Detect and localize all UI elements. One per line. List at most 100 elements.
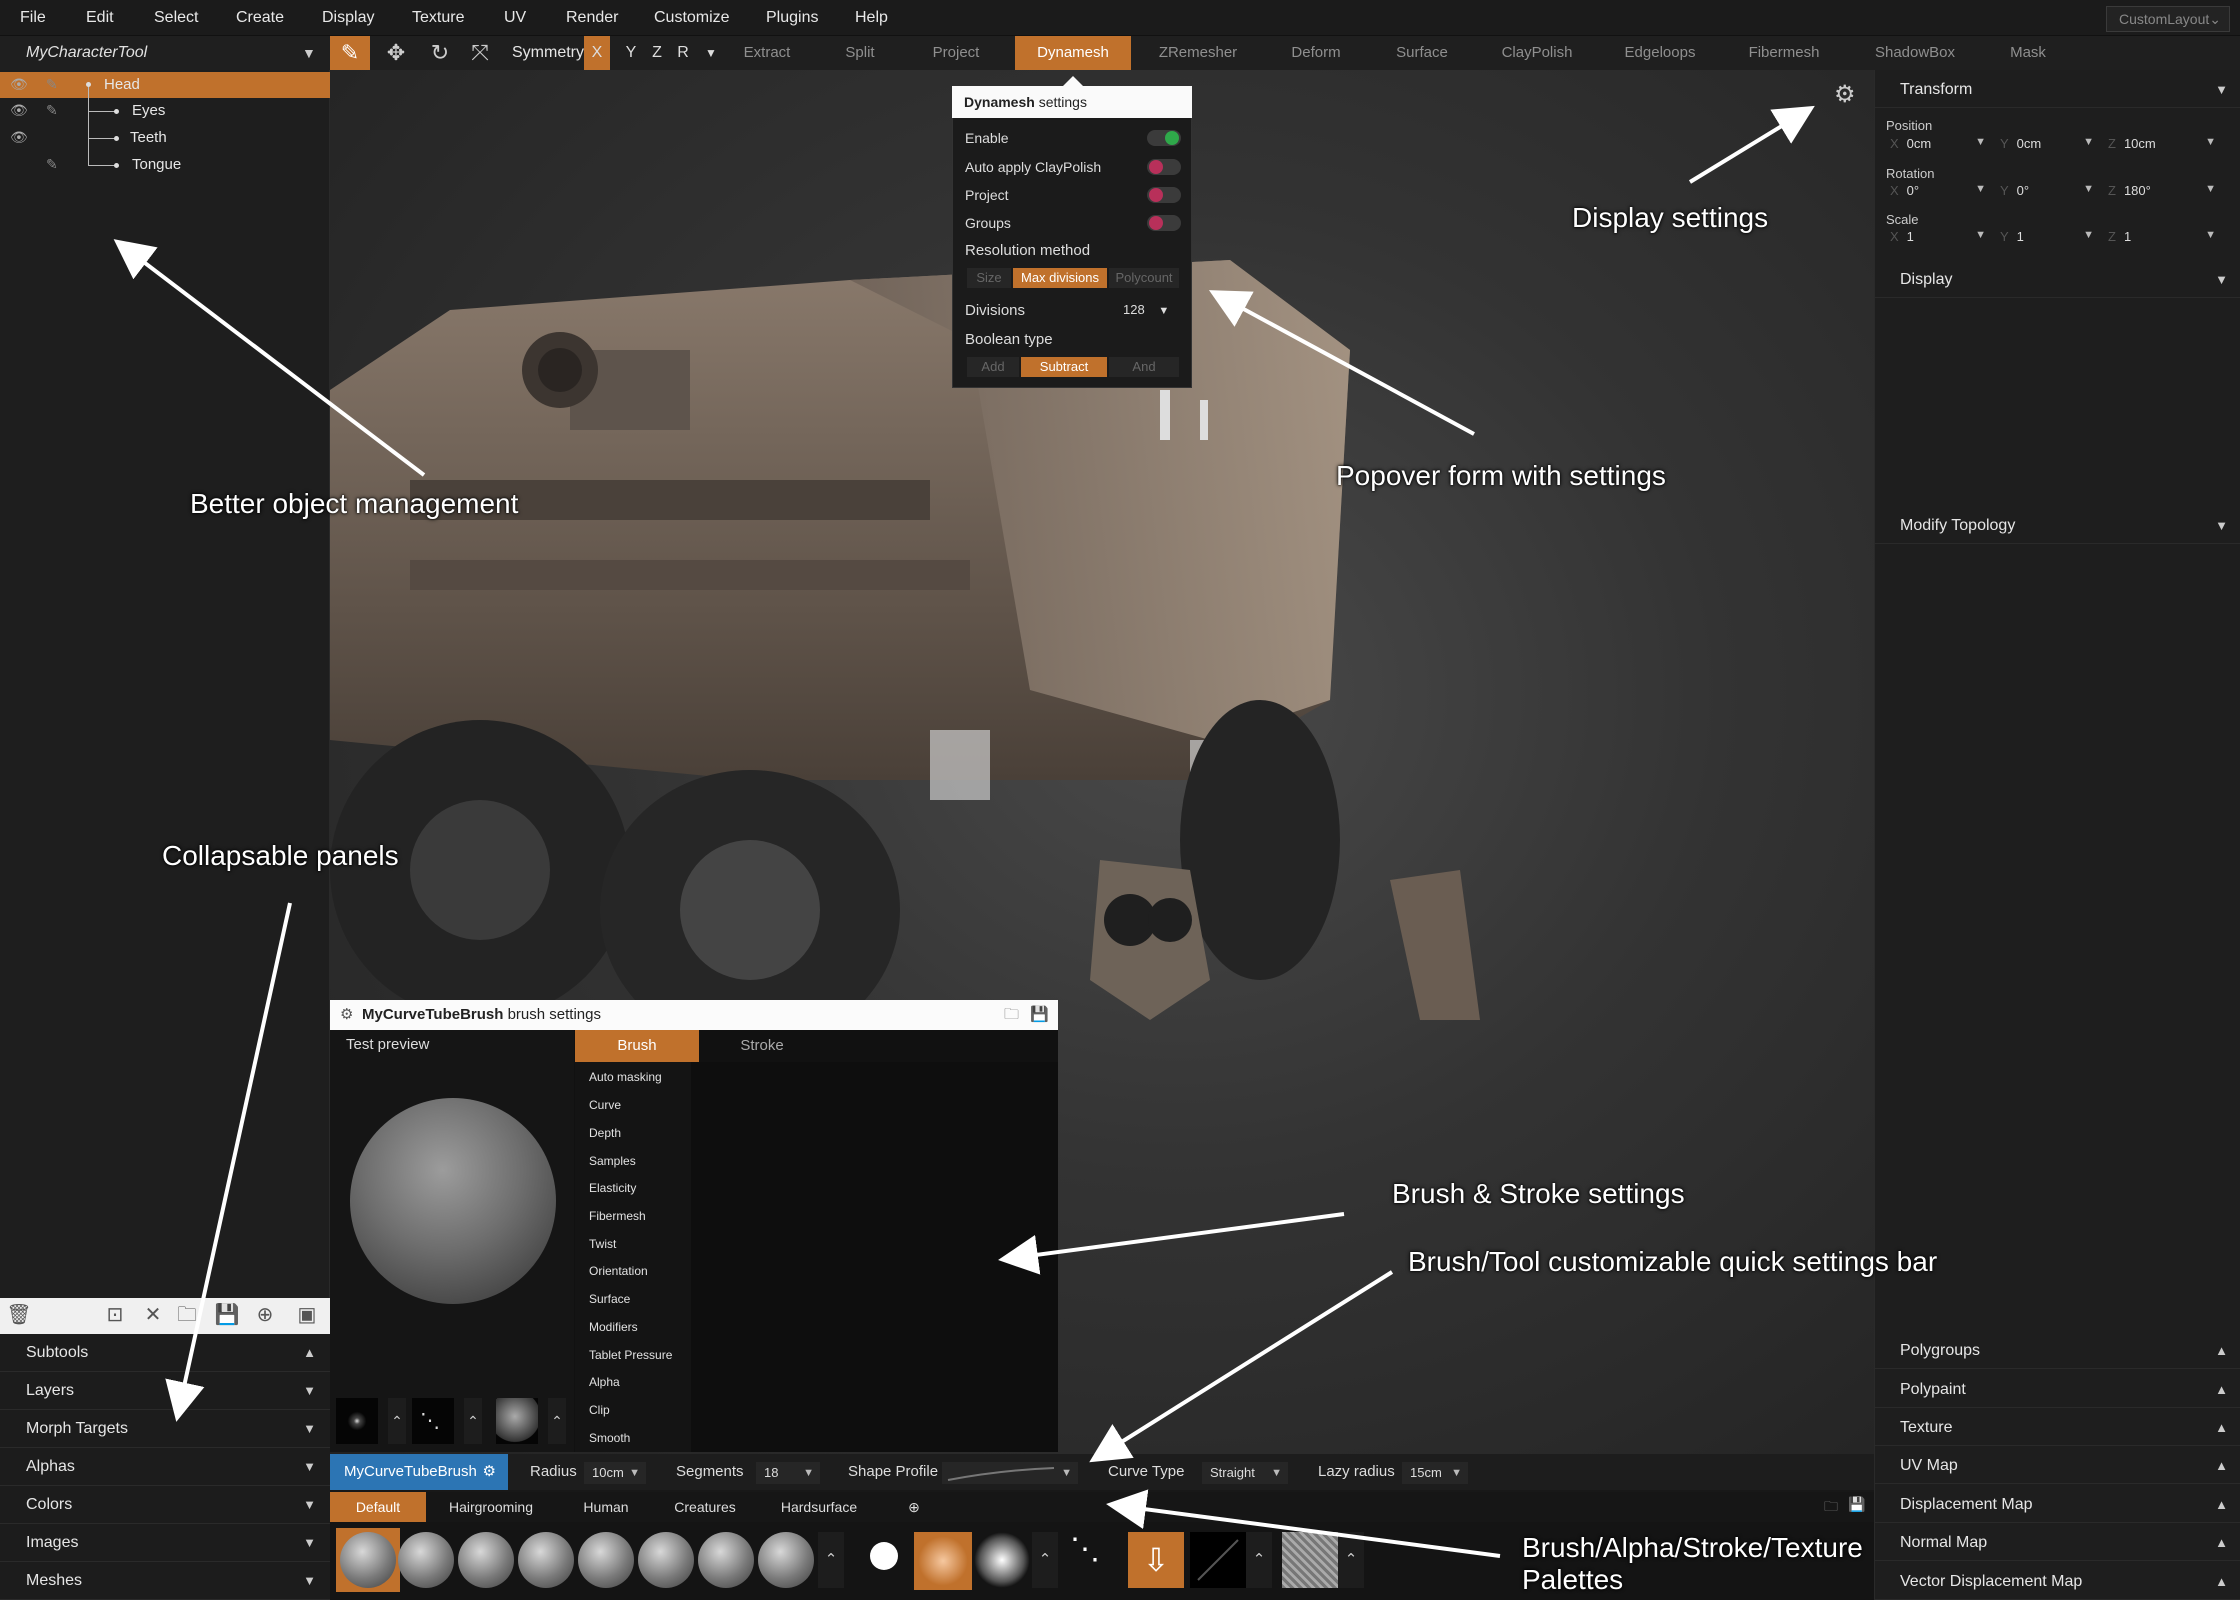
move-icon[interactable]: ✥ (376, 36, 416, 70)
category-depth[interactable]: Depth (589, 1126, 621, 1140)
rotate-icon[interactable]: ↻ (420, 36, 460, 70)
palette-tab-creatures[interactable]: Creatures (664, 1492, 746, 1522)
menu-customize[interactable]: Customize (654, 0, 730, 36)
panel-transform[interactable]: Transform ▼ (1874, 72, 2240, 108)
resolution-size-button[interactable]: Size (967, 268, 1011, 288)
scale-x-field[interactable]: X 1 ▼ (1890, 229, 1990, 247)
alpha-selected-swatch[interactable] (914, 1532, 972, 1590)
category-tablet-pressure[interactable]: Tablet Pressure (589, 1348, 672, 1362)
category-alpha[interactable]: Alpha (589, 1375, 620, 1389)
stroke-dragrect-swatch[interactable]: ⇩ (1128, 1532, 1184, 1588)
brush-swatch[interactable] (758, 1532, 814, 1588)
category-modifiers[interactable]: Modifiers (589, 1320, 638, 1334)
tab-edgeloops[interactable]: Edgeloops (1610, 36, 1710, 70)
tab-split[interactable]: Split (820, 36, 900, 70)
chevron-up-icon[interactable]: ⌃ (388, 1398, 406, 1444)
menu-display[interactable]: Display (322, 0, 374, 36)
outliner-item-teeth[interactable]: 👁 Teeth (0, 125, 330, 151)
enable-toggle[interactable] (1147, 130, 1181, 146)
tab-dynamesh[interactable]: Dynamesh (1015, 36, 1131, 70)
brush-swatch[interactable] (398, 1532, 454, 1588)
chevron-up-icon[interactable]: ⌃ (818, 1532, 844, 1588)
palette-tab-hairgrooming[interactable]: Hairgrooming (438, 1492, 544, 1522)
boolean-subtract-button[interactable]: Subtract (1021, 357, 1107, 377)
position-x-field[interactable]: X 0cm ▼ (1890, 136, 1990, 154)
alpha-slot[interactable] (336, 1398, 378, 1444)
outliner-item-eyes[interactable]: 👁 ✎ Eyes (0, 98, 330, 124)
boolean-and-button[interactable]: And (1109, 357, 1179, 377)
groups-toggle[interactable] (1147, 215, 1181, 231)
save-icon[interactable]: 💾 (1848, 1496, 1865, 1513)
rotation-y-field[interactable]: Y 0° ▼ (2000, 183, 2098, 201)
radius-select[interactable]: 10cm ▼ (584, 1462, 646, 1484)
folder-icon[interactable]: 🗀 (1004, 1000, 1019, 1030)
chevron-up-icon[interactable]: ⌃ (548, 1398, 566, 1444)
brush-swatch[interactable] (698, 1532, 754, 1588)
symmetry-y-button[interactable]: Y (618, 36, 644, 70)
category-orientation[interactable]: Orientation (589, 1264, 648, 1278)
brush-swatch[interactable] (638, 1532, 694, 1588)
chevron-up-icon[interactable]: ⌃ (464, 1398, 482, 1444)
brush-swatch[interactable] (458, 1532, 514, 1588)
lazy-radius-select[interactable]: 15cm ▼ (1402, 1462, 1468, 1484)
position-z-field[interactable]: Z 10cm ▼ (2108, 136, 2220, 154)
scale-y-field[interactable]: Y 1 ▼ (2000, 229, 2098, 247)
gear-icon[interactable]: ⚙ (340, 1000, 353, 1030)
tab-zremesher[interactable]: ZRemesher (1148, 36, 1248, 70)
scale-icon[interactable]: ⤧ (460, 36, 500, 70)
pencil-icon[interactable]: ✎ (46, 156, 58, 173)
category-clip[interactable]: Clip (589, 1403, 610, 1417)
chevron-up-icon[interactable]: ⌃ (1338, 1532, 1364, 1588)
menu-create[interactable]: Create (236, 0, 284, 36)
menu-texture[interactable]: Texture (412, 0, 464, 36)
divisions-select[interactable]: 128 ▼ (1123, 302, 1169, 317)
tool-name-select[interactable]: MyCharacterTool (26, 36, 147, 70)
category-curve[interactable]: Curve (589, 1098, 621, 1112)
tab-stroke[interactable]: Stroke (700, 1030, 824, 1062)
stroke-line-swatch[interactable] (1190, 1532, 1246, 1588)
symmetry-x-button[interactable]: X (584, 36, 610, 70)
panel-uv-map[interactable]: UV Map ▲ (1874, 1448, 2240, 1484)
resolution-max-divisions-button[interactable]: Max divisions (1013, 268, 1107, 288)
panel-modify-topology[interactable]: Modify Topology ▼ (1874, 508, 2240, 544)
menu-uv[interactable]: UV (504, 0, 526, 36)
eye-icon[interactable]: 👁 (10, 129, 28, 145)
resolution-polycount-button[interactable]: Polycount (1109, 268, 1179, 288)
cube-icon[interactable]: ▣ (294, 1302, 320, 1328)
outliner-item-head[interactable]: 👁 ✎ Head (0, 72, 330, 98)
alpha-round-swatch[interactable] (870, 1542, 898, 1570)
chevron-up-icon[interactable]: ⌃ (1246, 1532, 1272, 1588)
panel-meshes[interactable]: Meshes ▼ (0, 1562, 330, 1600)
display-settings-gear-icon[interactable]: ⚙ (1834, 80, 1856, 109)
plus-icon[interactable]: ⊕ (902, 1492, 926, 1522)
menu-file[interactable]: File (20, 0, 46, 36)
category-surface[interactable]: Surface (589, 1292, 630, 1306)
brush-swatch[interactable] (518, 1532, 574, 1588)
auto-apply-toggle[interactable] (1147, 159, 1181, 175)
stroke-slot[interactable]: ⋱ (412, 1398, 454, 1444)
menu-plugins[interactable]: Plugins (766, 0, 818, 36)
panel-colors[interactable]: Colors ▼ (0, 1486, 330, 1524)
outliner-item-tongue[interactable]: ✎ Tongue (0, 152, 330, 178)
panel-displacement-map[interactable]: Displacement Map ▲ (1874, 1487, 2240, 1523)
material-slot[interactable] (496, 1398, 538, 1444)
pencil-icon[interactable]: ✎ (46, 102, 58, 119)
stroke-dots-swatch[interactable]: ⋱ (1070, 1532, 1126, 1588)
rotation-z-field[interactable]: Z 180° ▼ (2108, 183, 2220, 201)
chevron-down-icon[interactable]: ▼ (302, 36, 316, 70)
symmetry-z-button[interactable]: Z (644, 36, 670, 70)
tab-surface[interactable]: Surface (1378, 36, 1466, 70)
brush-swatch[interactable] (578, 1532, 634, 1588)
segments-select[interactable]: 18 ▼ (756, 1462, 820, 1484)
save-icon[interactable]: 💾 (1030, 1000, 1049, 1030)
pencil-icon[interactable]: ✎ (46, 76, 58, 93)
snapshot-icon[interactable]: ⊡ (102, 1302, 128, 1328)
scale-z-field[interactable]: Z 1 ▼ (2108, 229, 2220, 247)
category-auto-masking[interactable]: Auto masking (589, 1070, 662, 1084)
menu-edit[interactable]: Edit (86, 0, 114, 36)
panel-images[interactable]: Images ▼ (0, 1524, 330, 1562)
category-smooth[interactable]: Smooth (589, 1431, 630, 1445)
palette-tab-hardsurface[interactable]: Hardsurface (774, 1492, 864, 1522)
brush-swatch[interactable] (340, 1532, 396, 1588)
collapse-icon[interactable]: ✕ (140, 1302, 166, 1328)
